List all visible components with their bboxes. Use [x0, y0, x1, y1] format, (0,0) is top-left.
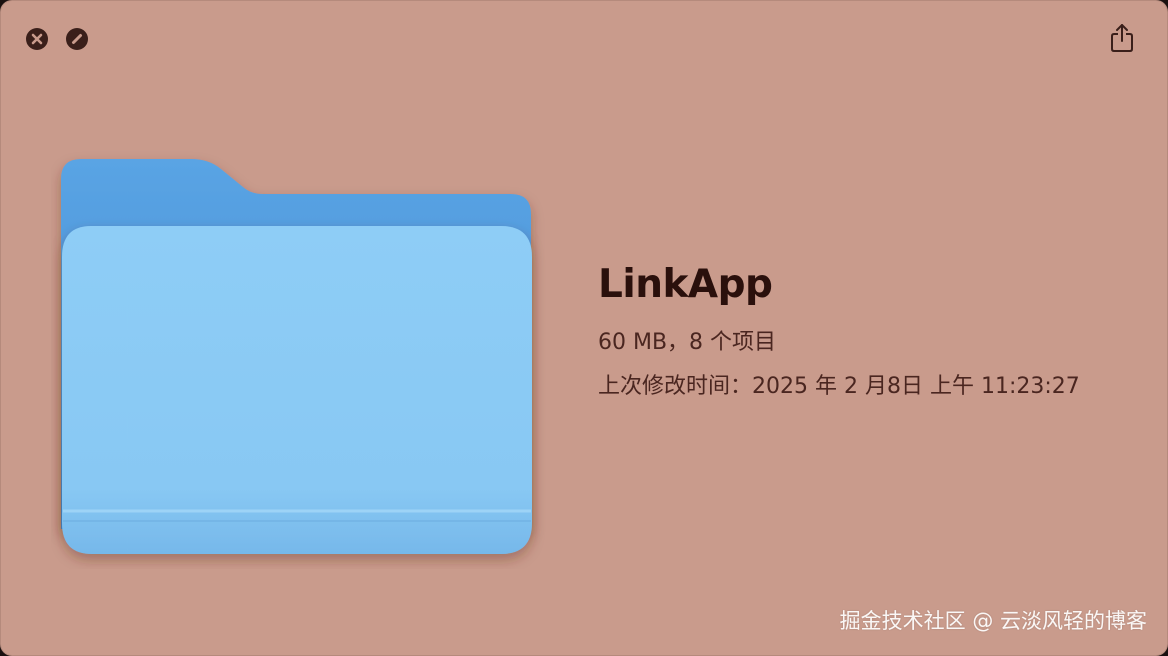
- slash-circle-icon: [72, 34, 82, 44]
- watermark: 掘金技术社区 @ 云淡风轻的博客: [839, 609, 1147, 633]
- file-name: LinkApp: [598, 262, 773, 307]
- folder-preview: [51, 149, 551, 569]
- file-size-items: 60 MB，8 个项目: [598, 330, 777, 355]
- share-button[interactable]: [1107, 21, 1137, 55]
- share-icon: [1111, 24, 1133, 52]
- close-button[interactable]: [26, 28, 48, 50]
- fullscreen-button[interactable]: [66, 28, 88, 50]
- modified-date: 上次修改时间：2025 年 2 月8日 上午 11:23:27: [598, 374, 1080, 399]
- folder-icon: [61, 159, 532, 554]
- file-info-panel: LinkApp 60 MB，8 个项目 上次修改时间：2025 年 2 月8日 …: [598, 255, 1158, 402]
- quick-look-window: LinkApp 60 MB，8 个项目 上次修改时间：2025 年 2 月8日 …: [0, 0, 1168, 656]
- close-x-icon: [31, 33, 43, 45]
